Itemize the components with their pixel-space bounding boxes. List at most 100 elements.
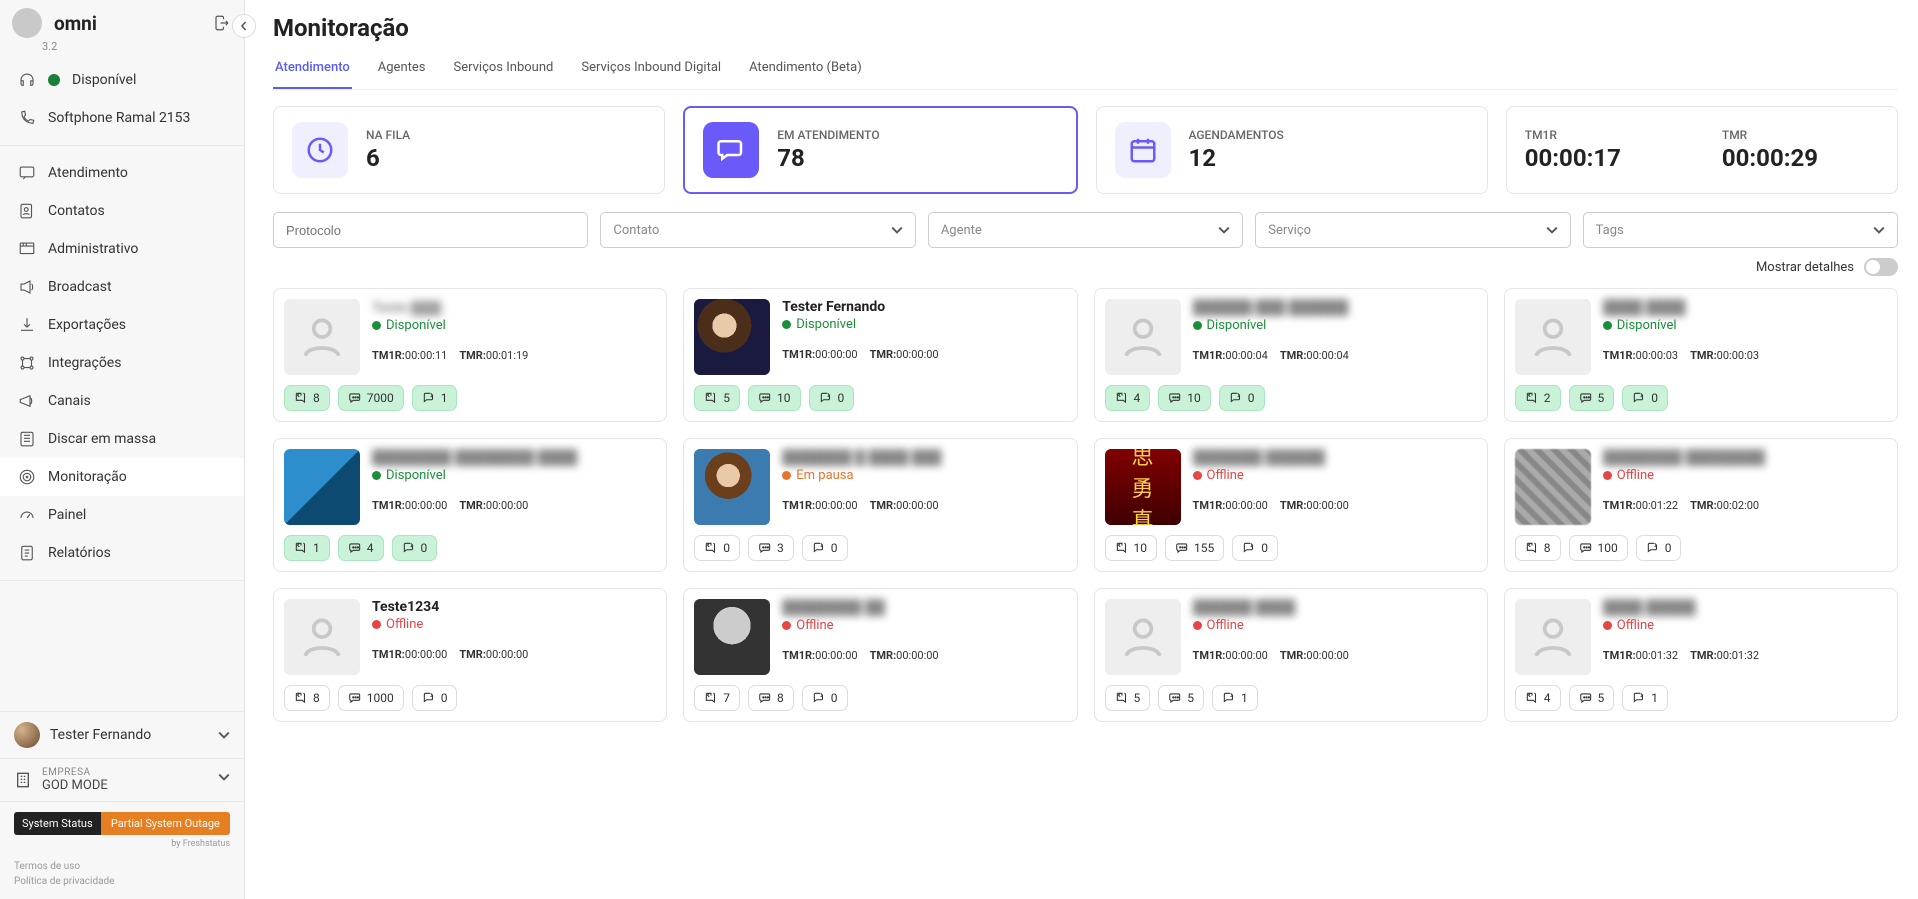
metric-chip: 0 bbox=[694, 535, 740, 561]
agent-card[interactable]: ███████ █ ████ ███Em pausaTM1R:00:00:00T… bbox=[683, 438, 1077, 572]
app-name: omni bbox=[54, 12, 97, 35]
metric-icon bbox=[348, 691, 362, 705]
metric-chip: 1 bbox=[284, 535, 330, 561]
agent-name: Teste ▓▓▓ bbox=[372, 299, 656, 316]
agent-status: Disponível bbox=[372, 468, 656, 483]
agent-card[interactable]: ████████ ████████ ████DisponívelTM1R:00:… bbox=[273, 438, 667, 572]
tabs: Atendimento Agentes Serviços Inbound Serviç… bbox=[273, 52, 1898, 90]
filter-contato[interactable]: Contato bbox=[600, 212, 915, 248]
filter-agente[interactable]: Agente bbox=[928, 212, 1243, 248]
filter-tags[interactable]: Tags bbox=[1583, 212, 1898, 248]
system-status-badge[interactable]: System Status Partial System Outage bbox=[14, 812, 230, 835]
sidebar-item-painel[interactable]: Painel bbox=[0, 496, 244, 534]
agent-times: TM1R:00:00:00TMR:00:00:00 bbox=[1193, 499, 1477, 512]
sidebar-item-contatos[interactable]: Contatos bbox=[0, 192, 244, 230]
status-item[interactable]: Disponível bbox=[0, 61, 244, 99]
agent-card[interactable]: ████████ ████████OfflineTM1R:00:01:22TMR… bbox=[1504, 438, 1898, 572]
sidebar-item-monitoração[interactable]: Monitoração bbox=[0, 458, 244, 496]
tab-servi-os-inbound[interactable]: Serviços Inbound bbox=[451, 52, 555, 89]
stat-queue[interactable]: NA FILA6 bbox=[273, 106, 665, 194]
metric-icon bbox=[812, 541, 826, 555]
agent-card[interactable]: 思勇真███████ ██████OfflineTM1R:00:00:00TMR… bbox=[1094, 438, 1488, 572]
metric-icon bbox=[402, 541, 416, 555]
metric-chip: 10 bbox=[1158, 385, 1211, 411]
logout-button[interactable] bbox=[212, 13, 232, 33]
stat-value: 00:00:17 bbox=[1525, 144, 1682, 172]
sidebar-item-administrativo[interactable]: Administrativo bbox=[0, 230, 244, 268]
sidebar-item-atendimento[interactable]: Atendimento bbox=[0, 154, 244, 192]
chat-icon bbox=[18, 164, 36, 182]
details-toggle[interactable] bbox=[1864, 258, 1898, 276]
agent-times: TM1R:00:00:00TMR:00:00:00 bbox=[372, 648, 656, 661]
agent-metrics: 451 bbox=[1515, 685, 1887, 711]
agent-name: Tester Fernando bbox=[782, 299, 1066, 315]
agent-card[interactable]: ██████ ████OfflineTM1R:00:00:00TMR:00:00… bbox=[1094, 588, 1488, 722]
metric-chip: 1000 bbox=[338, 685, 404, 711]
metric-icon bbox=[704, 391, 718, 405]
tab-atendimento-beta-[interactable]: Atendimento (Beta) bbox=[747, 52, 864, 89]
sidebar-item-label: Integrações bbox=[48, 355, 121, 371]
filter-servico[interactable]: Serviço bbox=[1255, 212, 1570, 248]
tab-servi-os-inbound-digital[interactable]: Serviços Inbound Digital bbox=[579, 52, 723, 89]
system-status-message: Partial System Outage bbox=[101, 812, 230, 835]
sidebar-item-exportações[interactable]: Exportações bbox=[0, 306, 244, 344]
chat-bubble-icon bbox=[703, 122, 759, 178]
terms-link[interactable]: Termos de uso bbox=[14, 859, 230, 874]
metric-icon bbox=[1168, 391, 1182, 405]
filter-protocolo-input[interactable] bbox=[286, 223, 575, 238]
metric-icon bbox=[1579, 691, 1593, 705]
sidebar-item-broadcast[interactable]: Broadcast bbox=[0, 268, 244, 306]
stat-serving[interactable]: EM ATENDIMENTO78 bbox=[683, 106, 1077, 194]
agent-metrics: 250 bbox=[1515, 385, 1887, 411]
stat-label: AGENDAMENTOS bbox=[1189, 128, 1284, 142]
user-switcher[interactable]: Tester Fernando bbox=[0, 711, 244, 759]
metric-chip: 7000 bbox=[338, 385, 404, 411]
tab-agentes[interactable]: Agentes bbox=[376, 52, 428, 89]
metric-chip: 4 bbox=[1515, 685, 1561, 711]
metric-icon bbox=[1229, 391, 1243, 405]
agent-name: ████████ ████████ ████ bbox=[372, 449, 656, 466]
company-switcher[interactable]: EMPRESA GOD MODE bbox=[0, 759, 244, 802]
metric-chip: 8 bbox=[748, 685, 794, 711]
metric-chip: 5 bbox=[1105, 685, 1151, 711]
agent-metrics: 030 bbox=[694, 535, 1066, 561]
main: Monitoração AtendimentoAgentesServiços I… bbox=[245, 0, 1918, 899]
sidebar-collapse-button[interactable] bbox=[232, 14, 256, 38]
sidebar-item-label: Contatos bbox=[48, 203, 105, 219]
metric-icon bbox=[294, 691, 308, 705]
metric-chip: 2 bbox=[1515, 385, 1561, 411]
sidebar-item-label: Painel bbox=[48, 507, 86, 523]
metric-chip: 4 bbox=[1105, 385, 1151, 411]
agent-card[interactable]: ████ █████OfflineTM1R:00:01:32TMR:00:01:… bbox=[1504, 588, 1898, 722]
app-version: 3.2 bbox=[42, 40, 244, 53]
integrations-icon bbox=[18, 354, 36, 372]
agent-card[interactable]: ████████ ██OfflineTM1R:00:00:00TMR:00:00… bbox=[683, 588, 1077, 722]
agent-metrics: 780 bbox=[694, 685, 1066, 711]
sidebar-item-discar-em-massa[interactable]: Discar em massa bbox=[0, 420, 244, 458]
sidebar-item-canais[interactable]: Canais bbox=[0, 382, 244, 420]
agent-status: Disponível bbox=[372, 318, 656, 333]
agent-card[interactable]: Tester FernandoDisponívelTM1R:00:00:00TM… bbox=[683, 288, 1077, 422]
agent-card[interactable]: Teste1234OfflineTM1R:00:00:00TMR:00:00:0… bbox=[273, 588, 667, 722]
agent-card[interactable]: ██████ ███ ██████DisponívelTM1R:00:00:04… bbox=[1094, 288, 1488, 422]
sidebar-item-relatórios[interactable]: Relatórios bbox=[0, 534, 244, 572]
metric-icon bbox=[758, 391, 772, 405]
metric-icon bbox=[1646, 541, 1660, 555]
stat-scheduled[interactable]: AGENDAMENTOS12 bbox=[1096, 106, 1488, 194]
metric-chip: 0 bbox=[1636, 535, 1682, 561]
softphone-item[interactable]: Softphone Ramal 2153 bbox=[0, 99, 244, 137]
metric-chip: 0 bbox=[392, 535, 438, 561]
tab-atendimento[interactable]: Atendimento bbox=[273, 52, 352, 89]
agent-card[interactable]: ████ ████DisponívelTM1R:00:00:03TMR:00:0… bbox=[1504, 288, 1898, 422]
metric-icon bbox=[1579, 391, 1593, 405]
filter-protocolo[interactable] bbox=[273, 212, 588, 248]
filter-label: Agente bbox=[941, 223, 982, 238]
metric-chip: 7 bbox=[694, 685, 740, 711]
sidebar-item-integrações[interactable]: Integrações bbox=[0, 344, 244, 382]
report-icon bbox=[18, 544, 36, 562]
agent-card[interactable]: Teste ▓▓▓DisponívelTM1R:00:00:11TMR:00:0… bbox=[273, 288, 667, 422]
metric-chip: 0 bbox=[809, 385, 855, 411]
agent-status: Offline bbox=[372, 617, 656, 632]
freshstatus-credit: by Freshstatus bbox=[0, 839, 244, 855]
privacy-link[interactable]: Política de privacidade bbox=[14, 874, 230, 889]
